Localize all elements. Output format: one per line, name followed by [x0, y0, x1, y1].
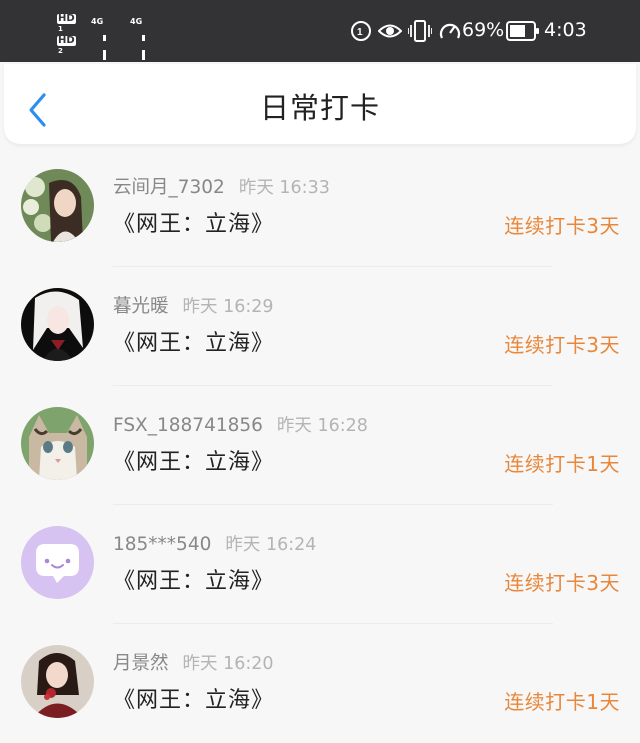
- streak-label: 连续打卡1天: [504, 690, 620, 714]
- avatar[interactable]: [21, 288, 94, 361]
- checkin-time: 昨天 16:24: [225, 535, 317, 555]
- checkin-time: 昨天 16:20: [182, 654, 274, 674]
- chat-bubble-icon: [21, 526, 94, 599]
- list-item[interactable]: 云间月_7302 昨天 16:33 《网王：立海》 连续打卡3天: [0, 148, 640, 267]
- avatar[interactable]: [21, 526, 94, 599]
- book-title: 《网王：立海》: [113, 450, 275, 475]
- avatar[interactable]: [21, 645, 94, 718]
- user-name: 185***540 昨天 16:24: [113, 534, 317, 555]
- list-item[interactable]: FSX_188741856 昨天 16:28 《网王：立海》 连续打卡1天: [0, 386, 640, 505]
- user-name: 暮光暖 昨天 16:29: [113, 296, 274, 317]
- checkin-time: 昨天 16:29: [182, 297, 274, 317]
- sim1-indicator: HD1: [57, 13, 76, 33]
- data-speed-icon: [439, 23, 461, 39]
- hd-call-icon: 1: [351, 21, 371, 41]
- list-item[interactable]: 185***540 昨天 16:24 《网王：立海》 连续打卡3天: [0, 505, 640, 624]
- checkin-time: 昨天 16:33: [238, 178, 330, 198]
- page-title: 日常打卡: [259, 91, 380, 125]
- streak-label: 连续打卡3天: [504, 333, 620, 357]
- battery-percent: 69%: [462, 19, 505, 41]
- user-name: 月景然 昨天 16:20: [113, 653, 274, 674]
- battery-icon: [506, 21, 539, 41]
- streak-label: 连续打卡3天: [504, 214, 620, 238]
- user-name: 云间月_7302 昨天 16:33: [113, 177, 330, 198]
- avatar[interactable]: [21, 407, 94, 480]
- list-item[interactable]: 月景然 昨天 16:20 《网王：立海》 连续打卡1天: [0, 624, 640, 743]
- app-header: 日常打卡: [4, 64, 636, 144]
- sim2-indicator: HD2: [57, 35, 76, 55]
- book-title: 《网王：立海》: [113, 569, 275, 594]
- streak-label: 连续打卡1天: [504, 452, 620, 476]
- status-bar: HD1 HD2 4G 4G 1 69% 4:03: [0, 0, 640, 98]
- list-item[interactable]: 暮光暖 昨天 16:29 《网王：立海》 连续打卡3天: [0, 267, 640, 386]
- checkin-time: 昨天 16:28: [276, 416, 368, 436]
- avatar[interactable]: [21, 169, 94, 242]
- clock: 4:03: [544, 19, 587, 41]
- streak-label: 连续打卡3天: [504, 571, 620, 595]
- book-title: 《网王：立海》: [113, 331, 275, 356]
- eye-icon: [378, 24, 402, 38]
- svg-text:1: 1: [357, 27, 363, 38]
- book-title: 《网王：立海》: [113, 212, 275, 237]
- vibrate-icon: [408, 20, 432, 42]
- user-name: FSX_188741856 昨天 16:28: [113, 415, 368, 436]
- book-title: 《网王：立海》: [113, 688, 275, 713]
